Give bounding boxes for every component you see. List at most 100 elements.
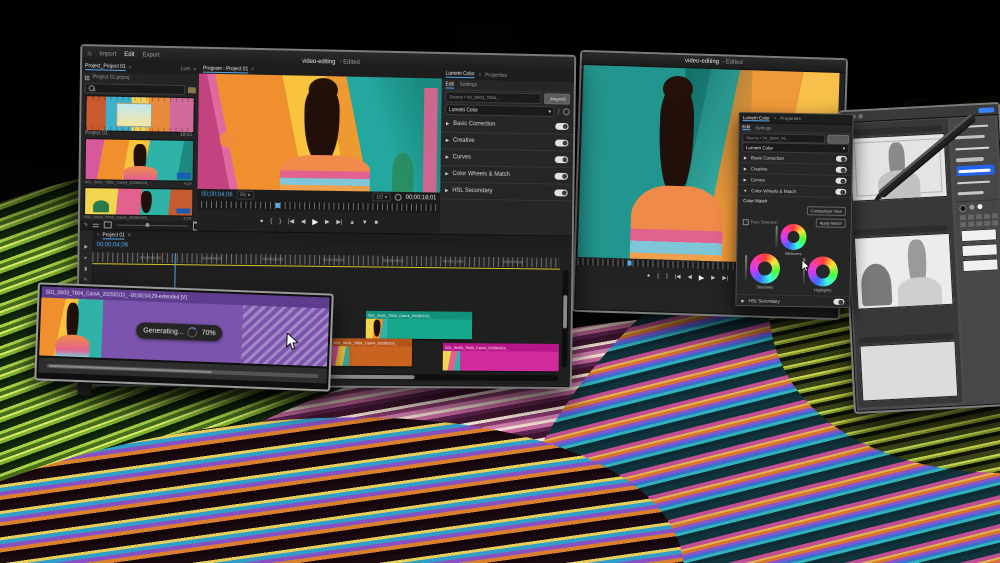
- source-action-chip[interactable]: [827, 134, 849, 143]
- play-icon[interactable]: ▶: [699, 274, 705, 282]
- tab-sequence[interactable]: Project 01: [103, 232, 125, 239]
- section-hsl-secondary[interactable]: ▶ HSL Secondary: [440, 183, 572, 202]
- subtab-edit[interactable]: Edit: [446, 81, 454, 88]
- section-toggle[interactable]: [835, 189, 846, 195]
- close-icon[interactable]: ×: [774, 116, 777, 121]
- menu-edit[interactable]: Edit: [124, 51, 134, 57]
- midtones-slider[interactable]: [775, 226, 777, 248]
- record-icon[interactable]: ●: [260, 218, 264, 224]
- storyboard-frame[interactable]: [854, 233, 954, 310]
- go-to-in-icon[interactable]: |◀: [675, 274, 681, 280]
- section-toggle[interactable]: [833, 299, 844, 305]
- step-back-icon[interactable]: ◀: [687, 274, 691, 280]
- mark-out-icon[interactable]: }: [279, 218, 281, 224]
- selection-tool-icon[interactable]: ▶: [84, 244, 88, 250]
- reset-icon[interactable]: [563, 108, 570, 115]
- brush-item[interactable]: [957, 187, 995, 198]
- fx-icon[interactable]: ƒ: [558, 109, 561, 115]
- go-to-in-icon[interactable]: |◀: [288, 218, 294, 225]
- tab-properties[interactable]: Properties: [780, 116, 801, 121]
- tab-lumetri-color[interactable]: Lumetri Color: [743, 115, 770, 121]
- section-toggle[interactable]: [836, 156, 847, 162]
- tool-icon[interactable]: [968, 221, 974, 226]
- project-item-name[interactable]: S01_Sh04_T604_Cam4_20250103_: [84, 214, 149, 220]
- home-icon[interactable]: ⌂: [87, 50, 91, 57]
- play-icon[interactable]: ▶: [312, 217, 318, 226]
- razor-tool-icon[interactable]: ▮: [84, 266, 87, 272]
- mark-in-icon[interactable]: {: [270, 218, 272, 224]
- tab-lumetri-hidden[interactable]: Lum: [181, 66, 191, 72]
- resolution-dropdown[interactable]: 1/2▾: [372, 192, 391, 201]
- timeline-clip-teal[interactable]: S01_Sh02_T602_Cam4_20250103_: [366, 311, 473, 340]
- tool-icon[interactable]: [984, 221, 990, 226]
- swatch[interactable]: [969, 204, 974, 209]
- source-action-chip[interactable]: _Magnit(): [544, 93, 570, 104]
- section-color-wheels[interactable]: ▶ Color Wheels & Match: [440, 166, 572, 185]
- close-icon[interactable]: ×: [97, 232, 100, 238]
- tool-icon[interactable]: [992, 213, 998, 218]
- apply-match-button[interactable]: Apply Match: [816, 218, 846, 228]
- mark-in-icon[interactable]: {: [657, 273, 659, 279]
- tool-icon[interactable]: [960, 215, 966, 220]
- midtones-wheel[interactable]: [780, 224, 806, 250]
- tab-properties[interactable]: Properties: [485, 72, 507, 78]
- tool-icon[interactable]: [992, 220, 998, 225]
- subtab-settings[interactable]: Settings: [460, 82, 477, 88]
- close-icon[interactable]: ×: [478, 72, 481, 78]
- section-toggle[interactable]: [555, 156, 568, 163]
- thumb-view-icon[interactable]: [104, 221, 112, 228]
- lift-icon[interactable]: ▲: [349, 219, 355, 225]
- fit-dropdown[interactable]: Fit▾: [236, 190, 254, 199]
- step-back-icon[interactable]: ◀: [301, 218, 306, 225]
- preset-dropdown[interactable]: Lumetri Color▾: [445, 104, 555, 117]
- panel-more-icon[interactable]: »: [193, 66, 196, 72]
- search-input[interactable]: [85, 83, 185, 95]
- tool-icon[interactable]: [976, 221, 982, 226]
- section-toggle[interactable]: [555, 122, 568, 129]
- section-toggle[interactable]: [555, 139, 568, 146]
- brush-item-selected[interactable]: [956, 164, 994, 176]
- source-clip-chip[interactable]: Source • 04_Sh04_T604_...: [445, 91, 541, 104]
- tool-icon[interactable]: [968, 214, 974, 219]
- tool-dot[interactable]: [858, 114, 862, 118]
- menu-import[interactable]: Import: [99, 51, 116, 57]
- go-to-out-icon[interactable]: ▶|: [722, 275, 728, 281]
- project-item-name[interactable]: Project 01: [85, 130, 108, 136]
- timeline-timecode[interactable]: 00;00;04;06: [96, 242, 128, 248]
- timeline-clip-orange[interactable]: S01_Sh01_T601_Cam4_20250103_: [331, 338, 412, 366]
- timecode-current[interactable]: 00;00;04;06: [201, 191, 232, 197]
- mark-out-icon[interactable]: }: [666, 274, 668, 280]
- project-file-name[interactable]: Project 01.prproj: [93, 74, 130, 81]
- share-button[interactable]: [978, 107, 994, 113]
- export-frame-icon[interactable]: ■: [374, 220, 378, 226]
- shadows-wheel[interactable]: [750, 253, 781, 284]
- tool-icon[interactable]: [976, 214, 982, 219]
- storyboard-frame[interactable]: [859, 341, 958, 402]
- project-item-thumb[interactable]: [84, 138, 194, 182]
- menu-export[interactable]: Export: [142, 52, 159, 58]
- playhead[interactable]: [276, 203, 280, 208]
- tool-icon[interactable]: [984, 214, 990, 219]
- tab-lumetri-color[interactable]: Lumetri Color: [446, 71, 475, 78]
- section-toggle[interactable]: [836, 167, 847, 173]
- section-toggle[interactable]: [555, 172, 568, 179]
- layer-thumb[interactable]: [962, 258, 999, 272]
- subtab-edit[interactable]: Edit: [742, 124, 750, 130]
- project-item-thumb[interactable]: [84, 187, 193, 217]
- playhead[interactable]: [627, 260, 631, 265]
- comparison-view-button[interactable]: Comparison View: [807, 206, 846, 216]
- tab-project[interactable]: Project_Project 01: [85, 63, 126, 71]
- folder-icon[interactable]: [188, 87, 196, 93]
- section-toggle[interactable]: [835, 178, 846, 184]
- pencil-icon[interactable]: ✎: [84, 222, 88, 228]
- layer-thumb[interactable]: [961, 228, 998, 242]
- wrench-icon[interactable]: [395, 194, 402, 201]
- step-forward-icon[interactable]: ▶: [325, 218, 330, 225]
- project-item-thumb[interactable]: [85, 95, 195, 133]
- highlights-wheel[interactable]: [808, 256, 839, 287]
- brush-item[interactable]: [956, 153, 994, 164]
- pen-tool-icon[interactable]: ✎: [83, 277, 87, 283]
- step-forward-icon[interactable]: ▶: [711, 275, 715, 281]
- list-view-icon[interactable]: [93, 222, 99, 227]
- brush-item[interactable]: [955, 142, 993, 153]
